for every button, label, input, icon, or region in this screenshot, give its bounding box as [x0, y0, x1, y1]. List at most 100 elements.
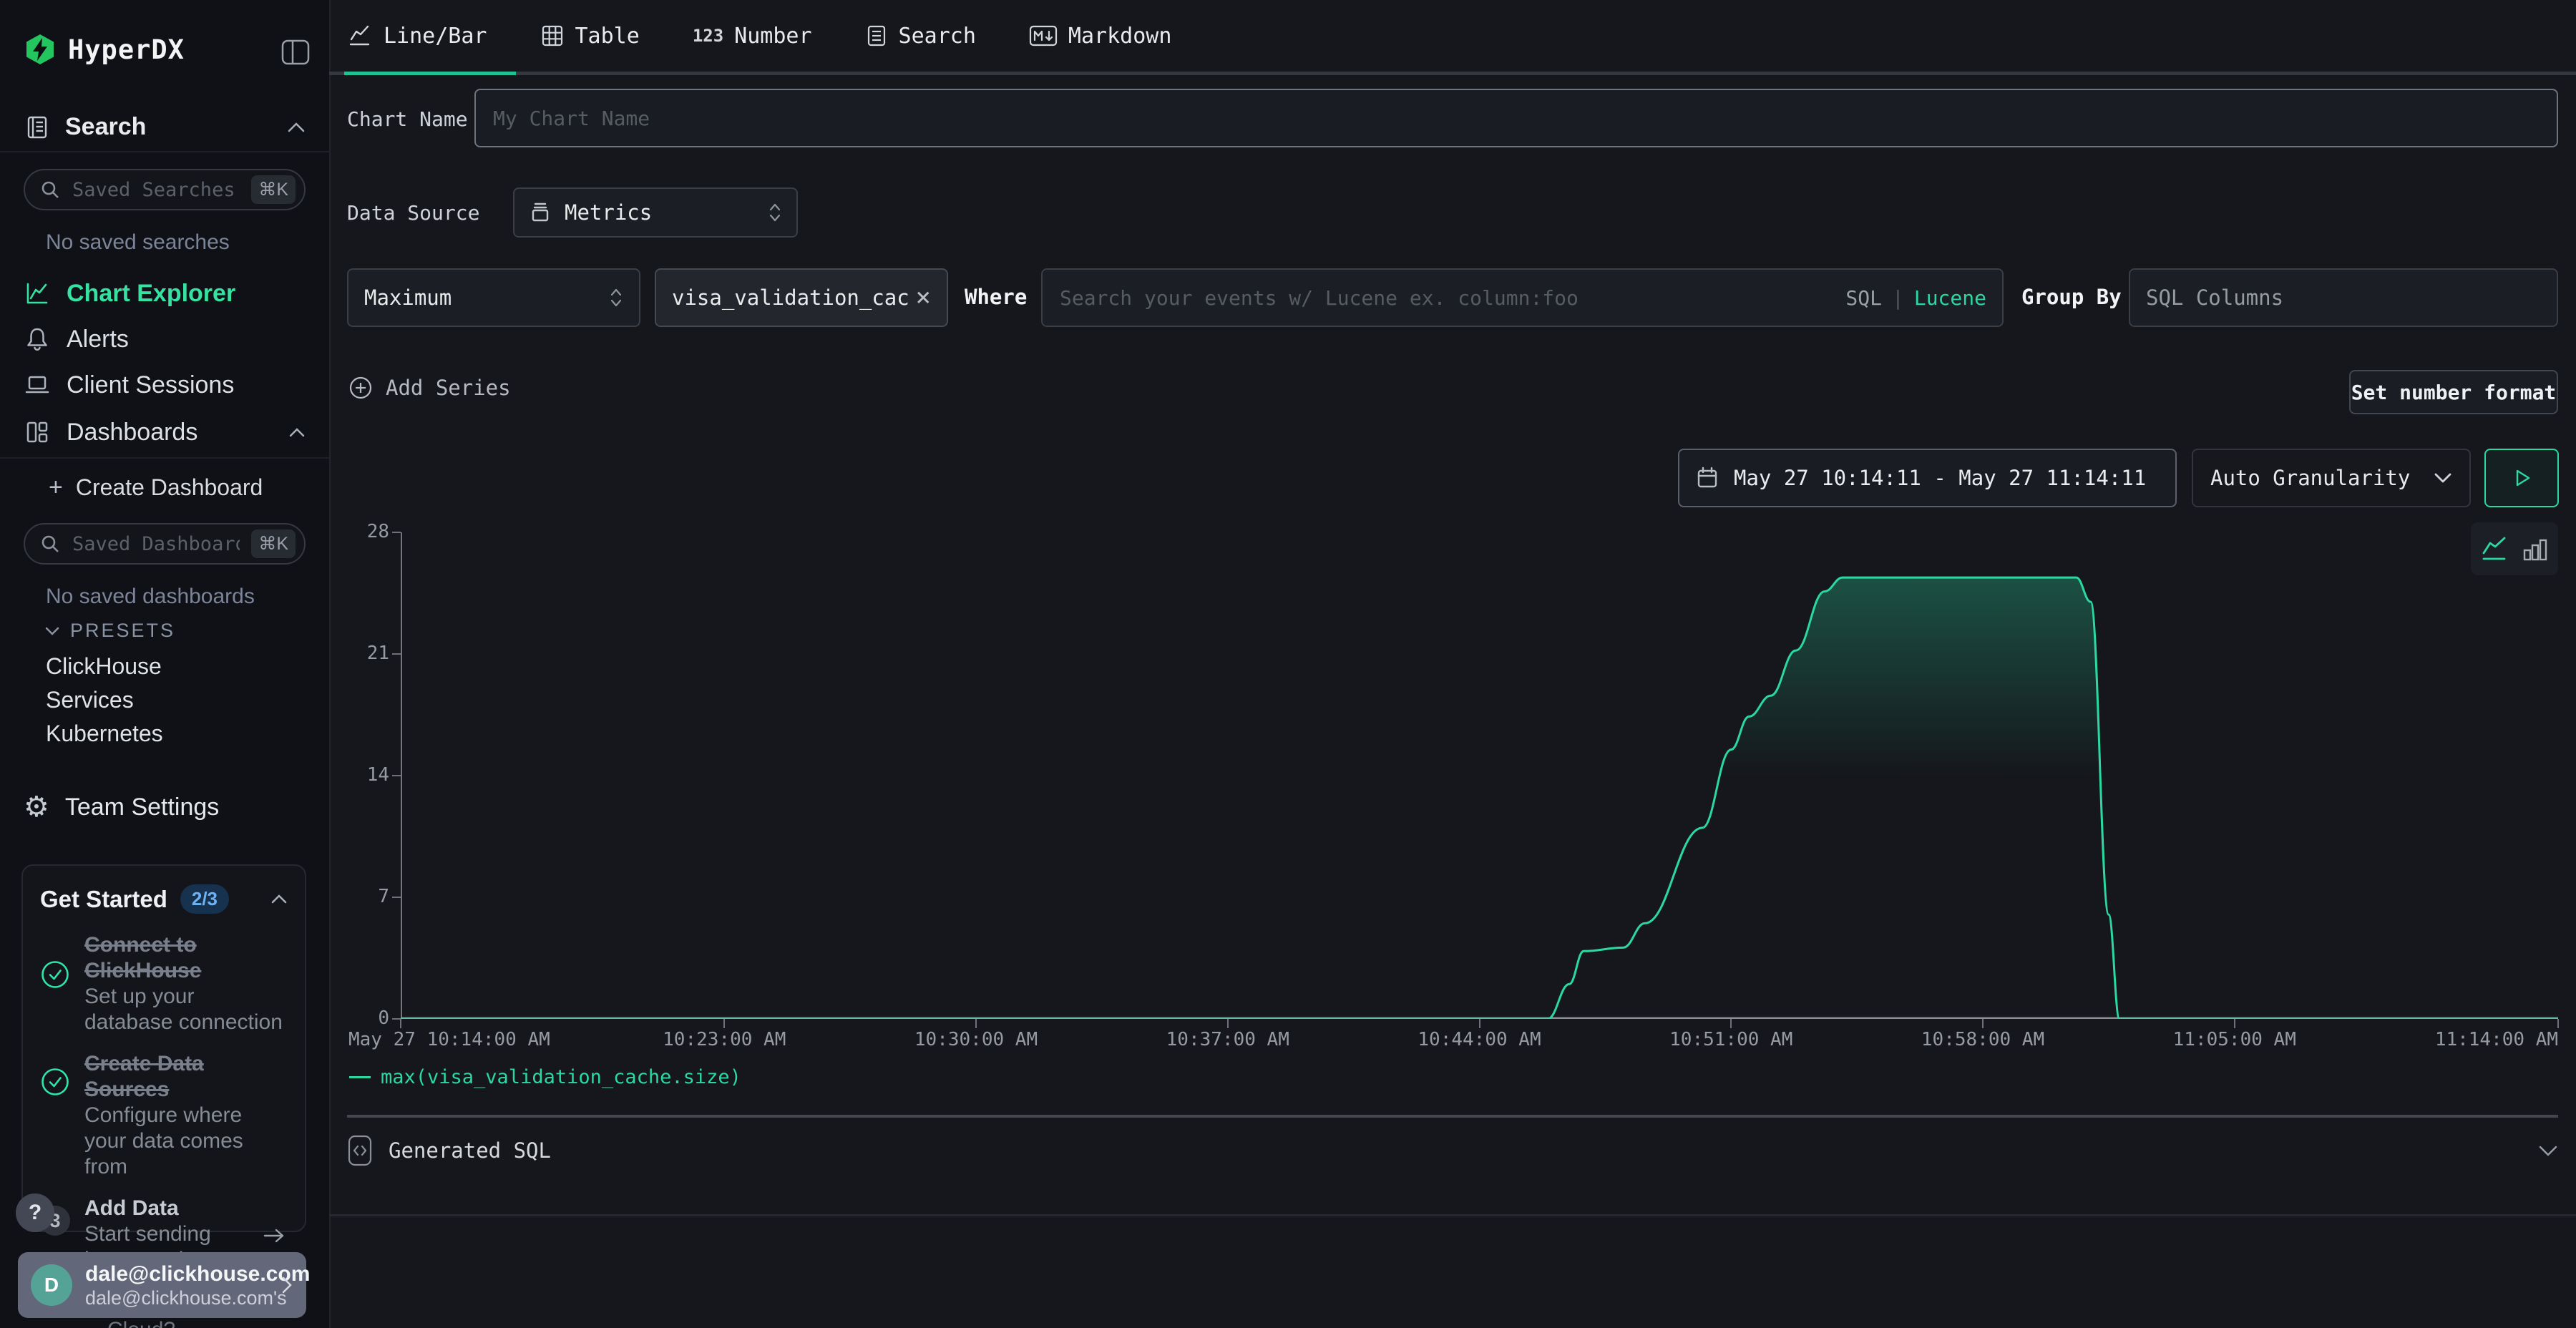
tab-line-bar[interactable]: Line/Bar [347, 24, 487, 49]
no-saved-dashboards-note: No saved dashboards [46, 585, 255, 609]
sidebar-item-client-sessions[interactable]: Client Sessions [24, 369, 306, 401]
presets-toggle[interactable]: PRESETS [44, 620, 175, 642]
group-by-label: Group By [2021, 285, 2122, 309]
dashboards-icon [24, 419, 51, 446]
preset-services[interactable]: Services [46, 687, 134, 713]
add-series-label: Add Series [386, 376, 511, 400]
lucene-toggle[interactable]: Lucene [1914, 286, 1986, 310]
y-tick-mark [392, 653, 401, 655]
tab-number[interactable]: 123 Number [693, 24, 812, 49]
sidebar-section-search[interactable]: Search [24, 113, 306, 141]
step-subtitle: Set up your database connection [84, 984, 288, 1035]
help-label: ? [29, 1201, 42, 1225]
chart-line-icon [24, 280, 51, 307]
add-series-button[interactable]: Add Series [347, 374, 511, 401]
get-started-header[interactable]: Get Started 2/3 [40, 884, 288, 914]
tab-label: Search [899, 24, 976, 49]
series-area [401, 577, 2558, 1019]
toggle-separator: | [1892, 286, 1904, 310]
tab-markdown[interactable]: Markdown [1029, 24, 1172, 49]
tabbar-divider [329, 72, 2576, 75]
step-title: Connect to ClickHouse [84, 932, 288, 984]
chart-legend[interactable]: max(visa_validation_cache.size) [349, 1066, 741, 1088]
create-dashboard-label: Create Dashboard [76, 474, 263, 501]
x-tick-mark [723, 1019, 725, 1028]
chevron-up-icon [288, 427, 306, 438]
chevron-right-icon [280, 1275, 293, 1295]
tab-search[interactable]: Search [865, 24, 976, 49]
aggregation-select[interactable]: Maximum [347, 268, 640, 327]
user-account-chip[interactable]: D dale@clickhouse.com dale@clickhouse.co… [18, 1252, 306, 1318]
step-subtitle: Configure where your data comes from [84, 1103, 288, 1180]
shortcut-badge: ⌘K [251, 175, 296, 204]
y-tick-label: 0 [332, 1007, 389, 1029]
arrow-right-icon[interactable] [262, 1227, 286, 1244]
preset-kubernetes[interactable]: Kubernetes [46, 721, 163, 747]
data-source-value: Metrics [565, 200, 755, 225]
hyperdx-logo-icon [24, 33, 57, 66]
select-updown-icon [768, 201, 782, 224]
date-range-picker[interactable]: May 27 10:14:11 - May 27 11:14:11 [1678, 449, 2177, 507]
active-tab-indicator [344, 72, 516, 75]
no-saved-searches-note: No saved searches [46, 230, 230, 255]
saved-dashboards-input[interactable] [71, 532, 241, 556]
where-search-box[interactable]: SQL | Lucene [1041, 268, 2004, 327]
logo: HyperDX [24, 33, 185, 66]
granularity-select[interactable]: Auto Granularity [2192, 449, 2471, 507]
sql-toggle[interactable]: SQL [1845, 286, 1882, 310]
check-circle-icon [40, 960, 70, 1035]
set-number-format-button[interactable]: Set number format [2349, 370, 2558, 414]
legend-series-label: max(visa_validation_cache.size) [381, 1066, 741, 1088]
metric-tag[interactable]: visa_validation_cach × [655, 268, 948, 327]
create-dashboard-button[interactable]: + Create Dashboard [49, 474, 263, 502]
metrics-icon [529, 200, 552, 225]
close-icon[interactable]: × [915, 285, 931, 311]
saved-dashboards-search[interactable]: ⌘K [24, 523, 306, 565]
group-by-input[interactable] [2129, 268, 2558, 327]
preset-clickhouse[interactable]: ClickHouse [46, 653, 162, 680]
tab-label: Number [734, 24, 811, 49]
x-tick-label: 10:37:00 AM [1166, 1029, 1289, 1050]
help-button[interactable]: ? [16, 1193, 54, 1232]
x-tick-mark [1982, 1019, 1984, 1028]
data-source-select[interactable]: Metrics [513, 187, 798, 238]
saved-searches-input[interactable] [71, 178, 241, 202]
x-tick-label: 10:30:00 AM [914, 1029, 1038, 1050]
sidebar-item-dashboards[interactable]: Dashboards [24, 416, 306, 448]
x-tick-mark [1227, 1019, 1229, 1028]
timeseries-chart[interactable] [401, 532, 2558, 1019]
get-started-step-datasources[interactable]: Create Data Sources Configure where your… [40, 1051, 288, 1180]
chevron-down-icon [2434, 472, 2452, 484]
sidebar-item-team-settings[interactable]: ⚙ Team Settings [24, 791, 219, 823]
saved-searches-search[interactable]: ⌘K [24, 169, 306, 210]
sidebar-item-chart-explorer[interactable]: Chart Explorer [24, 278, 306, 309]
granularity-value: Auto Granularity [2210, 466, 2425, 490]
legend-swatch [349, 1076, 371, 1078]
chevron-down-icon[interactable] [2538, 1145, 2558, 1157]
plus-circle-icon [347, 374, 374, 401]
x-tick-label: 10:23:00 AM [663, 1029, 786, 1050]
chevron-up-icon[interactable] [270, 894, 288, 904]
chart-name-input[interactable] [474, 89, 2558, 147]
x-tick-mark [1479, 1019, 1480, 1028]
sidebar-item-label: Alerts [67, 326, 306, 353]
x-tick-mark [400, 1019, 401, 1028]
sidebar: HyperDX Search ⌘K No saved searches [0, 0, 331, 1328]
y-tick-mark [392, 897, 401, 898]
brand-title: HyperDX [68, 34, 185, 65]
date-range-value: May 27 10:14:11 - May 27 11:14:11 [1734, 466, 2146, 490]
x-tick-label: 10:51:00 AM [1669, 1029, 1792, 1050]
data-source-label: Data Source [347, 201, 479, 225]
x-tick-label: 10:58:00 AM [1921, 1029, 2044, 1050]
tab-table[interactable]: Table [540, 24, 640, 49]
plus-icon: + [49, 474, 63, 502]
where-input[interactable] [1058, 285, 1845, 311]
code-icon [347, 1134, 373, 1167]
sidebar-item-alerts[interactable]: Alerts [24, 323, 306, 355]
sidebar-collapse-icon[interactable] [280, 39, 311, 66]
generated-sql-accordion[interactable]: Generated SQL [347, 1126, 2558, 1176]
get-started-step-connect[interactable]: Connect to ClickHouse Set up your databa… [40, 932, 288, 1035]
get-started-card: Get Started 2/3 Connect to ClickHouse Se… [21, 864, 306, 1232]
run-query-button[interactable] [2484, 449, 2559, 507]
user-email: dale@clickhouse.com [85, 1261, 280, 1287]
